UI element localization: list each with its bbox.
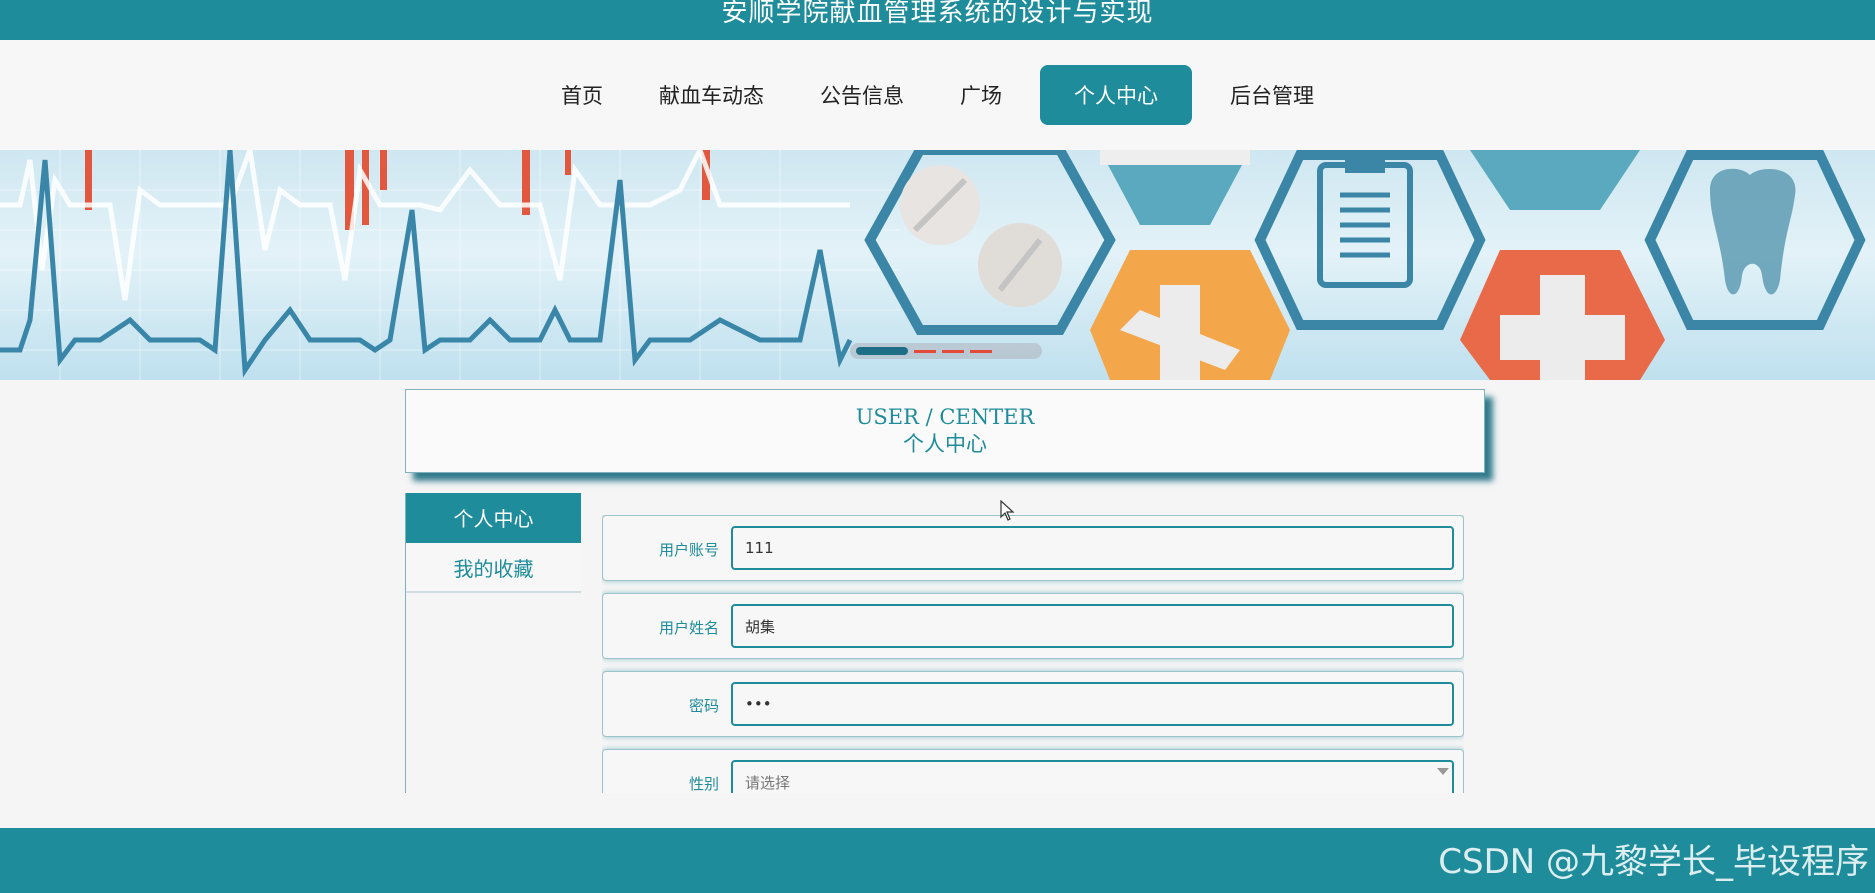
nav-item-user-center[interactable]: 个人中心 — [1040, 65, 1192, 125]
name-input[interactable]: 胡集 — [731, 604, 1454, 648]
carousel-indicator[interactable] — [850, 343, 1042, 359]
section-title-cn: 个人中心 — [903, 432, 987, 456]
carousel-dot[interactable] — [970, 349, 992, 353]
form-row-gender: 性别 请选择 — [602, 749, 1464, 793]
section-title-en: USER / CENTER — [855, 405, 1035, 429]
footer-bar: CSDN @九黎学长_毕设程序 — [0, 828, 1875, 893]
tooth-icon — [1710, 168, 1796, 295]
site-title: 安顺学院献血管理系统的设计与实现 — [721, 0, 1154, 28]
clipboard-icon — [1317, 155, 1413, 288]
main-nav: 首页 献血车动态 公告信息 广场 个人中心 后台管理 — [0, 40, 1875, 150]
mouse-cursor-icon — [1000, 500, 1015, 521]
profile-form: 用户账号 111 用户姓名 胡集 密码 ••• 性别 请选择 — [602, 515, 1464, 793]
carousel-dot[interactable] — [942, 349, 964, 353]
nav-item-admin[interactable]: 后台管理 — [1202, 65, 1342, 125]
name-label: 用户姓名 — [658, 618, 719, 637]
gender-select[interactable]: 请选择 — [731, 760, 1454, 793]
watermark: CSDN @九黎学长_毕设程序 — [1438, 842, 1869, 882]
user-sidebar: 个人中心 我的收藏 — [405, 493, 581, 793]
section-header: USER / CENTER 个人中心 — [405, 389, 1485, 473]
sidebar-item-user-center[interactable]: 个人中心 — [406, 493, 581, 543]
carousel-dot-active[interactable] — [856, 347, 908, 355]
password-label: 密码 — [688, 696, 719, 715]
medical-cross-icon — [1460, 250, 1665, 380]
form-row-password: 密码 ••• — [602, 671, 1464, 737]
pill-icon — [900, 165, 1062, 307]
gender-label: 性别 — [688, 774, 719, 793]
password-input[interactable]: ••• — [731, 682, 1454, 726]
sidebar-item-favorites[interactable]: 我的收藏 — [406, 543, 581, 593]
nav-item-square[interactable]: 广场 — [932, 65, 1030, 125]
nav-item-home[interactable]: 首页 — [533, 65, 631, 125]
chevron-down-icon[interactable] — [1437, 768, 1449, 775]
account-input[interactable]: 111 — [731, 526, 1454, 570]
first-aid-icon — [1090, 250, 1290, 380]
heartbeat-line-teal — [0, 150, 853, 378]
carousel-dot[interactable] — [914, 349, 936, 353]
nav-item-blood-vehicle[interactable]: 献血车动态 — [631, 65, 792, 125]
form-row-account: 用户账号 111 — [602, 515, 1464, 581]
form-row-name: 用户姓名 胡集 — [602, 593, 1464, 659]
heartbeat-line-white — [0, 150, 850, 301]
account-label: 用户账号 — [658, 540, 719, 559]
nav-item-announcements[interactable]: 公告信息 — [792, 65, 932, 125]
top-title-bar: 安顺学院献血管理系统的设计与实现 — [0, 0, 1875, 40]
